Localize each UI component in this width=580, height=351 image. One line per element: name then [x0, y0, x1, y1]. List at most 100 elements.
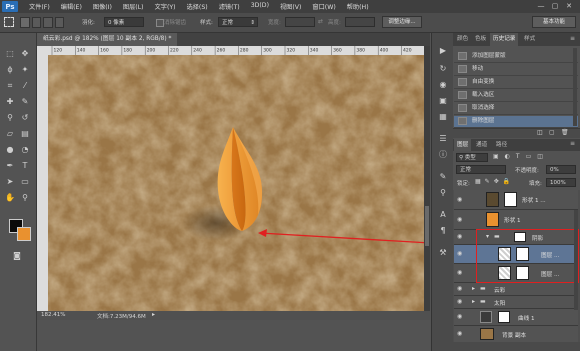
width-input[interactable]	[285, 17, 315, 27]
fill-input[interactable]: 100%	[546, 178, 576, 187]
opacity-input[interactable]: 0%	[546, 165, 576, 174]
menu-item[interactable]: 图像(I)	[93, 2, 112, 11]
filter-shape-icon[interactable]: ▭	[526, 153, 532, 162]
menu-item[interactable]: 文字(Y)	[155, 2, 176, 11]
menu-item[interactable]: 帮助(H)	[347, 2, 369, 11]
tab-color[interactable]: 颜色	[454, 33, 471, 46]
healing-brush-icon[interactable]: ✚	[3, 95, 17, 109]
document-tab[interactable]: 纸云彩.psd @ 182% (图层 10 副本 2, RGB/8) *	[37, 33, 178, 46]
canvas[interactable]	[48, 55, 424, 311]
list-item[interactable]: 取消选择	[454, 103, 578, 115]
visibility-eye-icon[interactable]: ◉	[457, 234, 463, 240]
color-wheel-icon[interactable]: ◉	[437, 79, 449, 91]
move-tool-icon[interactable]: ✥	[18, 47, 32, 61]
history-scrollbar[interactable]	[573, 48, 577, 126]
swap-icon[interactable]: ⇄	[318, 18, 323, 25]
adjustments-icon[interactable]: ▣	[437, 95, 449, 107]
add-selection-icon[interactable]	[31, 17, 41, 28]
visibility-eye-icon[interactable]: ◉	[457, 217, 463, 223]
menu-item[interactable]: 文件(F)	[29, 2, 50, 11]
visibility-eye-icon[interactable]: ◉	[457, 314, 463, 320]
info-icon[interactable]: ⓘ	[437, 149, 449, 161]
list-item-selected[interactable]: 删除图层	[454, 116, 578, 128]
marquee-tool-icon[interactable]: ⬚	[3, 47, 17, 61]
menu-item[interactable]: 编辑(E)	[61, 2, 82, 11]
tab-layers[interactable]: 图层	[454, 139, 472, 151]
menu-item[interactable]: 3D(D)	[251, 2, 269, 11]
list-item[interactable]: 添加图层蒙版	[454, 51, 578, 63]
trash-icon[interactable]: 🗑	[561, 129, 569, 136]
status-menu-arrow-icon[interactable]: ▸	[152, 311, 155, 318]
snapshot-icon[interactable]: ◫	[537, 129, 543, 136]
style-select[interactable]: 正常 ⇕	[218, 17, 258, 27]
new-selection-icon[interactable]	[20, 17, 30, 28]
layer-row[interactable]: ◉ 曲线 1	[454, 309, 578, 326]
layers-menu-icon[interactable]: ≡	[570, 140, 575, 147]
eraser-icon[interactable]: ▱	[3, 127, 17, 141]
layer-group-row[interactable]: ◉ ▸ ▬ 云彩	[454, 283, 578, 296]
menu-item[interactable]: 选择(S)	[187, 2, 208, 11]
marquee-tool-icon[interactable]	[4, 17, 14, 27]
menu-item[interactable]: 图层(L)	[123, 2, 144, 11]
magic-wand-icon[interactable]: ✦	[18, 63, 32, 77]
layer-filter-select[interactable]: ⚲ 类型	[456, 153, 488, 162]
pen-tool-icon[interactable]: ✒	[3, 159, 17, 173]
visibility-eye-icon[interactable]: ◉	[457, 197, 463, 203]
swatches-icon[interactable]: ▦	[437, 111, 449, 123]
refine-edge-button[interactable]: 调整边缘...	[382, 16, 422, 28]
clone-source-icon[interactable]: ⚲	[437, 187, 449, 199]
lock-position-icon[interactable]: ✥	[494, 178, 499, 185]
workspace-button[interactable]: 基本功能	[532, 16, 576, 28]
vertical-scrollbar[interactable]	[424, 46, 430, 311]
layer-row[interactable]: ◉ 形状 1 ...	[454, 190, 578, 210]
chevron-right-icon[interactable]: ▸	[472, 285, 475, 292]
dodge-tool-icon[interactable]: ◔	[18, 143, 32, 157]
gradient-tool-icon[interactable]: ▤	[18, 127, 32, 141]
zoom-level[interactable]: 182.41%	[41, 312, 65, 318]
tab-styles[interactable]: 样式	[521, 33, 538, 46]
visibility-eye-icon[interactable]: ◉	[457, 251, 463, 257]
character-icon[interactable]: A	[437, 209, 449, 221]
brush-tool-icon[interactable]: ✎	[18, 95, 32, 109]
zoom-tool-icon[interactable]: ⚲	[18, 191, 32, 205]
hand-tool-icon[interactable]: ✋	[3, 191, 17, 205]
filter-pixel-icon[interactable]: ▣	[493, 153, 499, 162]
lock-pixels-icon[interactable]: ✎	[485, 178, 490, 185]
history-brush-icon[interactable]: ↺	[18, 111, 32, 125]
paragraph-icon[interactable]: ¶	[437, 225, 449, 237]
lasso-tool-icon[interactable]: ϕ	[3, 63, 17, 77]
layer-row[interactable]: ◉ 形状 1	[454, 210, 578, 230]
shape-tool-icon[interactable]: ▭	[18, 175, 32, 189]
lock-all-icon[interactable]: 🔒	[503, 178, 510, 185]
tab-swatches[interactable]: 色板	[472, 33, 489, 46]
height-input[interactable]	[345, 17, 375, 27]
menu-item[interactable]: 视图(V)	[280, 2, 301, 11]
list-item[interactable]: 自由变换	[454, 77, 578, 89]
menu-item[interactable]: 窗口(W)	[312, 2, 335, 11]
background-color-swatch[interactable]	[17, 227, 31, 241]
lock-transparent-icon[interactable]: ▦	[475, 178, 481, 185]
maximize-icon[interactable]: ▢	[550, 2, 560, 11]
antialias-checkbox[interactable]	[156, 19, 164, 27]
feather-input[interactable]: 0 像素	[104, 17, 144, 27]
history-icon[interactable]: ↻	[437, 63, 449, 75]
quick-mask-icon[interactable]: ◙	[10, 249, 24, 263]
list-item[interactable]: 移动	[454, 64, 578, 76]
eyedropper-icon[interactable]: ⁄	[18, 79, 32, 93]
panel-menu-icon[interactable]: ≡	[570, 35, 575, 42]
layer-row[interactable]: ◉ 背景 副本	[454, 326, 578, 343]
subtract-selection-icon[interactable]	[43, 17, 53, 28]
blur-tool-icon[interactable]: ●	[3, 143, 17, 157]
brush-presets-icon[interactable]: ✎	[437, 171, 449, 183]
path-select-icon[interactable]: ➤	[3, 175, 17, 189]
filter-smart-icon[interactable]: ◫	[537, 153, 543, 162]
clone-stamp-icon[interactable]: ⚲	[3, 111, 17, 125]
list-item[interactable]: 载入选区	[454, 90, 578, 102]
tab-channels[interactable]: 通道	[473, 139, 490, 151]
intersect-selection-icon[interactable]	[54, 17, 64, 28]
ruler-horizontal[interactable]: 120 140 160 180 200 220 240 260 280 300 320 340 360 3…	[48, 46, 424, 55]
filter-adjust-icon[interactable]: ◐	[505, 153, 510, 162]
menu-item[interactable]: 滤镜(T)	[219, 2, 240, 11]
visibility-eye-icon[interactable]: ◉	[457, 270, 463, 276]
filter-type-icon[interactable]: T	[516, 153, 520, 162]
